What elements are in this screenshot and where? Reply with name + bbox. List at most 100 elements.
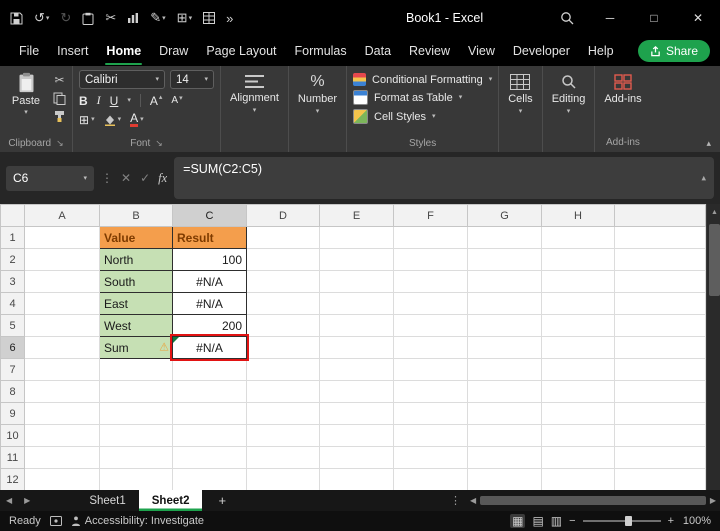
paste-button[interactable]: Paste ▾: [6, 70, 46, 123]
font-size-select[interactable]: 14▾: [170, 70, 214, 89]
column-header-E[interactable]: E: [320, 205, 394, 227]
cell-E5[interactable]: [320, 315, 394, 337]
cell-C6[interactable]: #N/A: [173, 337, 247, 359]
more-commands-button[interactable]: »: [226, 11, 233, 26]
zoom-out-button[interactable]: −: [569, 515, 575, 527]
cell-H4[interactable]: [542, 293, 615, 315]
conditional-formatting-button[interactable]: Conditional Formatting ▾: [353, 73, 492, 86]
cell-A7[interactable]: [25, 359, 100, 381]
increase-font-button[interactable]: A▴: [150, 94, 163, 108]
cell-D1[interactable]: [247, 227, 320, 249]
cell-H5[interactable]: [542, 315, 615, 337]
cell-A5[interactable]: [25, 315, 100, 337]
tab-data[interactable]: Data: [356, 36, 400, 66]
row-header-5[interactable]: 5: [1, 315, 25, 337]
row-header-8[interactable]: 8: [1, 381, 25, 403]
cell-C10[interactable]: [173, 425, 247, 447]
cell-D9[interactable]: [247, 403, 320, 425]
sheet-tab-sheet1[interactable]: Sheet1: [76, 490, 138, 511]
cell-B6[interactable]: Sum⚠: [100, 337, 173, 359]
cell-F7[interactable]: [394, 359, 468, 381]
vertical-scrollbar[interactable]: ▲: [706, 204, 720, 490]
cell-A3[interactable]: [25, 271, 100, 293]
error-warning-icon[interactable]: ⚠: [159, 342, 169, 353]
cell-B2[interactable]: North: [100, 249, 173, 271]
decrease-font-button[interactable]: A▾: [171, 95, 182, 106]
cancel-button[interactable]: ✕: [120, 171, 132, 185]
cell-A8[interactable]: [25, 381, 100, 403]
vertical-scroll-thumb[interactable]: [709, 224, 720, 296]
page-layout-view-button[interactable]: ▤: [532, 515, 543, 527]
cell-B11[interactable]: [100, 447, 173, 469]
accessibility-status[interactable]: Accessibility: Investigate: [71, 515, 204, 527]
cell-C11[interactable]: [173, 447, 247, 469]
cell-F1[interactable]: [394, 227, 468, 249]
copy-button[interactable]: [53, 92, 66, 105]
tab-page-layout[interactable]: Page Layout: [197, 36, 285, 66]
close-button[interactable]: ✕: [676, 0, 720, 36]
new-sheet-button[interactable]: +: [218, 493, 226, 508]
select-all-button[interactable]: [1, 205, 25, 227]
tab-file[interactable]: File: [10, 36, 48, 66]
collapse-ribbon-button[interactable]: ▴: [706, 138, 711, 149]
cell-E3[interactable]: [320, 271, 394, 293]
macro-record-icon[interactable]: [50, 516, 62, 526]
cell-E8[interactable]: [320, 381, 394, 403]
tab-insert[interactable]: Insert: [48, 36, 97, 66]
cell-B9[interactable]: [100, 403, 173, 425]
cell-styles-button[interactable]: Cell Styles ▾: [353, 109, 492, 124]
cell-G5[interactable]: [468, 315, 542, 337]
cell-D3[interactable]: [247, 271, 320, 293]
cell-B8[interactable]: [100, 381, 173, 403]
cell-H11[interactable]: [542, 447, 615, 469]
tab-developer[interactable]: Developer: [504, 36, 579, 66]
format-as-table-button[interactable]: Format as Table ▾: [353, 90, 492, 105]
cell-B5[interactable]: West: [100, 315, 173, 337]
sheet-tab-sheet2[interactable]: Sheet2: [139, 490, 203, 511]
column-header-F[interactable]: F: [394, 205, 468, 227]
cell-G1[interactable]: [468, 227, 542, 249]
scroll-right-arrow[interactable]: ▶: [710, 496, 716, 505]
cell-A10[interactable]: [25, 425, 100, 447]
row-header-10[interactable]: 10: [1, 425, 25, 447]
cell-extra-12[interactable]: [615, 469, 706, 491]
cell-F11[interactable]: [394, 447, 468, 469]
cell-G10[interactable]: [468, 425, 542, 447]
row-header-12[interactable]: 12: [1, 469, 25, 491]
addins-group[interactable]: Add-ins Add-ins: [595, 66, 650, 152]
cell-G6[interactable]: [468, 337, 542, 359]
cell-B10[interactable]: [100, 425, 173, 447]
undo-button[interactable]: ↺▾: [34, 10, 49, 26]
cell-E1[interactable]: [320, 227, 394, 249]
cell-G11[interactable]: [468, 447, 542, 469]
cell-C1[interactable]: Result: [173, 227, 247, 249]
cell-C2[interactable]: 100: [173, 249, 247, 271]
fill-color-button[interactable]: ▾: [104, 114, 122, 126]
cell-E2[interactable]: [320, 249, 394, 271]
cell-G7[interactable]: [468, 359, 542, 381]
normal-view-button[interactable]: ▦: [510, 514, 525, 528]
format-painter-button[interactable]: [53, 110, 66, 123]
alignment-group[interactable]: Alignment ▾: [221, 66, 289, 152]
column-header-extra[interactable]: [615, 205, 706, 227]
draw-pen-button[interactable]: ✎▾: [150, 10, 165, 26]
cell-extra-3[interactable]: [615, 271, 706, 293]
tab-home[interactable]: Home: [97, 36, 150, 66]
cell-B12[interactable]: [100, 469, 173, 491]
horizontal-scroll-thumb[interactable]: [480, 496, 706, 505]
previous-sheet-arrow[interactable]: ◀: [0, 496, 18, 505]
formula-input[interactable]: =SUM(C2:C5) ▴: [174, 157, 714, 199]
cell-extra-11[interactable]: [615, 447, 706, 469]
cell-extra-10[interactable]: [615, 425, 706, 447]
font-color-button[interactable]: A▾: [130, 112, 144, 127]
collapse-formula-bar-button[interactable]: ▴: [701, 173, 706, 184]
cell-H3[interactable]: [542, 271, 615, 293]
row-header-9[interactable]: 9: [1, 403, 25, 425]
cell-C12[interactable]: [173, 469, 247, 491]
zoom-percentage[interactable]: 100%: [681, 515, 711, 527]
scroll-left-arrow[interactable]: ◀: [470, 496, 476, 505]
enter-button[interactable]: ✓: [139, 171, 151, 185]
cell-extra-6[interactable]: [615, 337, 706, 359]
editing-group[interactable]: Editing ▾: [543, 66, 596, 152]
clipboard-dialog-launcher[interactable]: ↘: [56, 138, 64, 149]
